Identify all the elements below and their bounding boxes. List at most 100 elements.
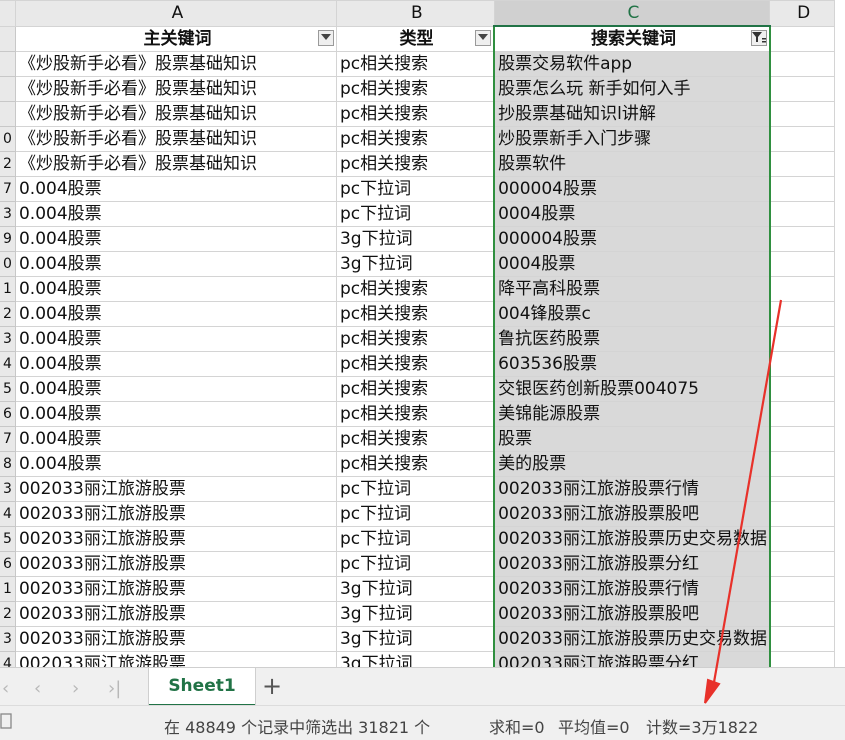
cell-main-keyword[interactable]: 0.004股票 [14, 201, 337, 227]
row-number[interactable]: 3 [0, 326, 16, 352]
cell-type[interactable]: pc相关搜索 [335, 426, 495, 452]
cell-main-keyword[interactable]: 0.004股票 [14, 326, 337, 352]
grid-cell-d[interactable] [769, 351, 835, 377]
cell-search-keyword[interactable]: 000004股票 [493, 226, 771, 252]
filter-dropdown-button[interactable] [475, 29, 492, 46]
row-number[interactable]: 5 [0, 376, 16, 402]
cell-search-keyword[interactable]: 002033丽江旅游股票历史交易数据 [493, 626, 771, 652]
grid-cell-d[interactable] [769, 551, 835, 577]
grid-cell-d[interactable] [769, 451, 835, 477]
add-sheet-button[interactable]: + [262, 672, 282, 700]
cell-type[interactable]: pc相关搜索 [335, 376, 495, 402]
row-number[interactable]: 9 [0, 226, 16, 252]
row-number[interactable]: 4 [0, 501, 16, 527]
row-number[interactable]: 6 [0, 401, 16, 427]
cell-search-keyword[interactable]: 交银医药创新股票004075 [493, 376, 771, 402]
row-number[interactable]: 7 [0, 426, 16, 452]
cell-search-keyword[interactable]: 002033丽江旅游股票行情 [493, 576, 771, 602]
cell-type[interactable]: pc相关搜索 [335, 76, 495, 102]
cell-search-keyword[interactable]: 002033丽江旅游股票股吧 [493, 501, 771, 527]
cell-type[interactable]: 3g下拉词 [335, 226, 495, 252]
cell-main-keyword[interactable]: 002033丽江旅游股票 [14, 626, 337, 652]
grid-cell-d[interactable] [769, 476, 835, 502]
cell-type[interactable]: pc相关搜索 [335, 301, 495, 327]
cell-search-keyword[interactable]: 000004股票 [493, 176, 771, 202]
row-number[interactable]: 7 [0, 176, 16, 202]
header-cell-main-keyword[interactable]: 主关键词 [14, 25, 337, 52]
grid-cell-d[interactable] [769, 301, 835, 327]
cell-search-keyword[interactable]: 股票 [493, 426, 771, 452]
column-header-a[interactable]: A [14, 0, 337, 27]
row-number[interactable]: 0 [0, 126, 16, 152]
grid-cell-d[interactable] [769, 326, 835, 352]
cell-search-keyword[interactable]: 股票交易软件app [493, 51, 771, 77]
row-number[interactable]: 3 [0, 201, 16, 227]
row-number[interactable]: 8 [0, 451, 16, 477]
cell-main-keyword[interactable]: 002033丽江旅游股票 [14, 576, 337, 602]
cell-type[interactable]: 3g下拉词 [335, 601, 495, 627]
row-number[interactable] [0, 101, 16, 127]
grid-cell-d[interactable] [769, 276, 835, 302]
cell-search-keyword[interactable]: 603536股票 [493, 351, 771, 377]
row-number[interactable] [0, 51, 16, 77]
cell-main-keyword[interactable]: 002033丽江旅游股票 [14, 501, 337, 527]
cell-type[interactable]: pc下拉词 [335, 526, 495, 552]
cell-type[interactable]: 3g下拉词 [335, 576, 495, 602]
cell-main-keyword[interactable]: 002033丽江旅游股票 [14, 476, 337, 502]
cell-type[interactable]: pc下拉词 [335, 176, 495, 202]
cell-type[interactable]: pc下拉词 [335, 201, 495, 227]
scroll-prev-sheet-icon[interactable]: ‹ [34, 678, 41, 699]
grid-cell-d[interactable] [769, 201, 835, 227]
column-header-d[interactable]: D [769, 0, 835, 27]
cell-search-keyword[interactable]: 股票怎么玩 新手如何入手 [493, 76, 771, 102]
cell-search-keyword[interactable]: 鲁抗医药股票 [493, 326, 771, 352]
row-number[interactable]: 6 [0, 551, 16, 577]
row-number[interactable]: 4 [0, 651, 16, 667]
cell-type[interactable]: pc下拉词 [335, 551, 495, 577]
cell-type[interactable]: 3g下拉词 [335, 251, 495, 277]
row-number[interactable]: 0 [0, 251, 16, 277]
column-header-b[interactable]: B [335, 0, 495, 27]
cell-main-keyword[interactable]: 0.004股票 [14, 176, 337, 202]
cell-main-keyword[interactable]: 002033丽江旅游股票 [14, 551, 337, 577]
scroll-first-sheet-icon[interactable]: ‹ [2, 678, 9, 699]
grid-cell-d[interactable] [769, 426, 835, 452]
scroll-last-sheet-icon[interactable]: ›| [108, 678, 121, 699]
grid-cell-d[interactable] [769, 601, 835, 627]
row-number[interactable]: 5 [0, 526, 16, 552]
cell-main-keyword[interactable]: 0.004股票 [14, 426, 337, 452]
grid-cell-d[interactable] [769, 501, 835, 527]
cell-type[interactable]: pc相关搜索 [335, 101, 495, 127]
cell-search-keyword[interactable]: 降平高科股票 [493, 276, 771, 302]
grid-cell-d[interactable] [769, 176, 835, 202]
cell-search-keyword[interactable]: 股票软件 [493, 151, 771, 177]
cell-main-keyword[interactable]: 《炒股新手必看》股票基础知识 [14, 76, 337, 102]
cell-search-keyword[interactable]: 002033丽江旅游股票历史交易数据 [493, 526, 771, 552]
cell-main-keyword[interactable]: 002033丽江旅游股票 [14, 651, 337, 667]
cell-main-keyword[interactable]: 《炒股新手必看》股票基础知识 [14, 51, 337, 77]
cell-main-keyword[interactable]: 0.004股票 [14, 376, 337, 402]
row-number[interactable] [0, 76, 16, 102]
filter-dropdown-button[interactable] [317, 29, 334, 46]
corner-select-all[interactable] [0, 0, 16, 27]
grid-cell-d[interactable] [769, 126, 835, 152]
header-cell-search-keyword[interactable]: 搜索关键词 [493, 25, 771, 52]
grid-cell-d[interactable] [769, 376, 835, 402]
cell-type[interactable]: pc相关搜索 [335, 451, 495, 477]
cell-main-keyword[interactable]: 《炒股新手必看》股票基础知识 [14, 151, 337, 177]
header-cell-type[interactable]: 类型 [335, 25, 495, 52]
cell-type[interactable]: pc相关搜索 [335, 126, 495, 152]
cell-type[interactable]: pc相关搜索 [335, 51, 495, 77]
grid-cell-d[interactable] [769, 251, 835, 277]
cell-main-keyword[interactable]: 《炒股新手必看》股票基础知识 [14, 101, 337, 127]
cell-main-keyword[interactable]: 0.004股票 [14, 226, 337, 252]
grid-cell-d[interactable] [769, 526, 835, 552]
cell-type[interactable]: pc相关搜索 [335, 151, 495, 177]
grid-cell-d[interactable] [769, 76, 835, 102]
cell-search-keyword[interactable]: 炒股票新手入门步骤 [493, 126, 771, 152]
cell-type[interactable]: pc下拉词 [335, 501, 495, 527]
sheet-tab-sheet1[interactable]: Sheet1 [149, 668, 255, 707]
cell-search-keyword[interactable]: 002033丽江旅游股票分红 [493, 651, 771, 667]
cell-search-keyword[interactable]: 002033丽江旅游股票行情 [493, 476, 771, 502]
grid-cell-d[interactable] [769, 101, 835, 127]
